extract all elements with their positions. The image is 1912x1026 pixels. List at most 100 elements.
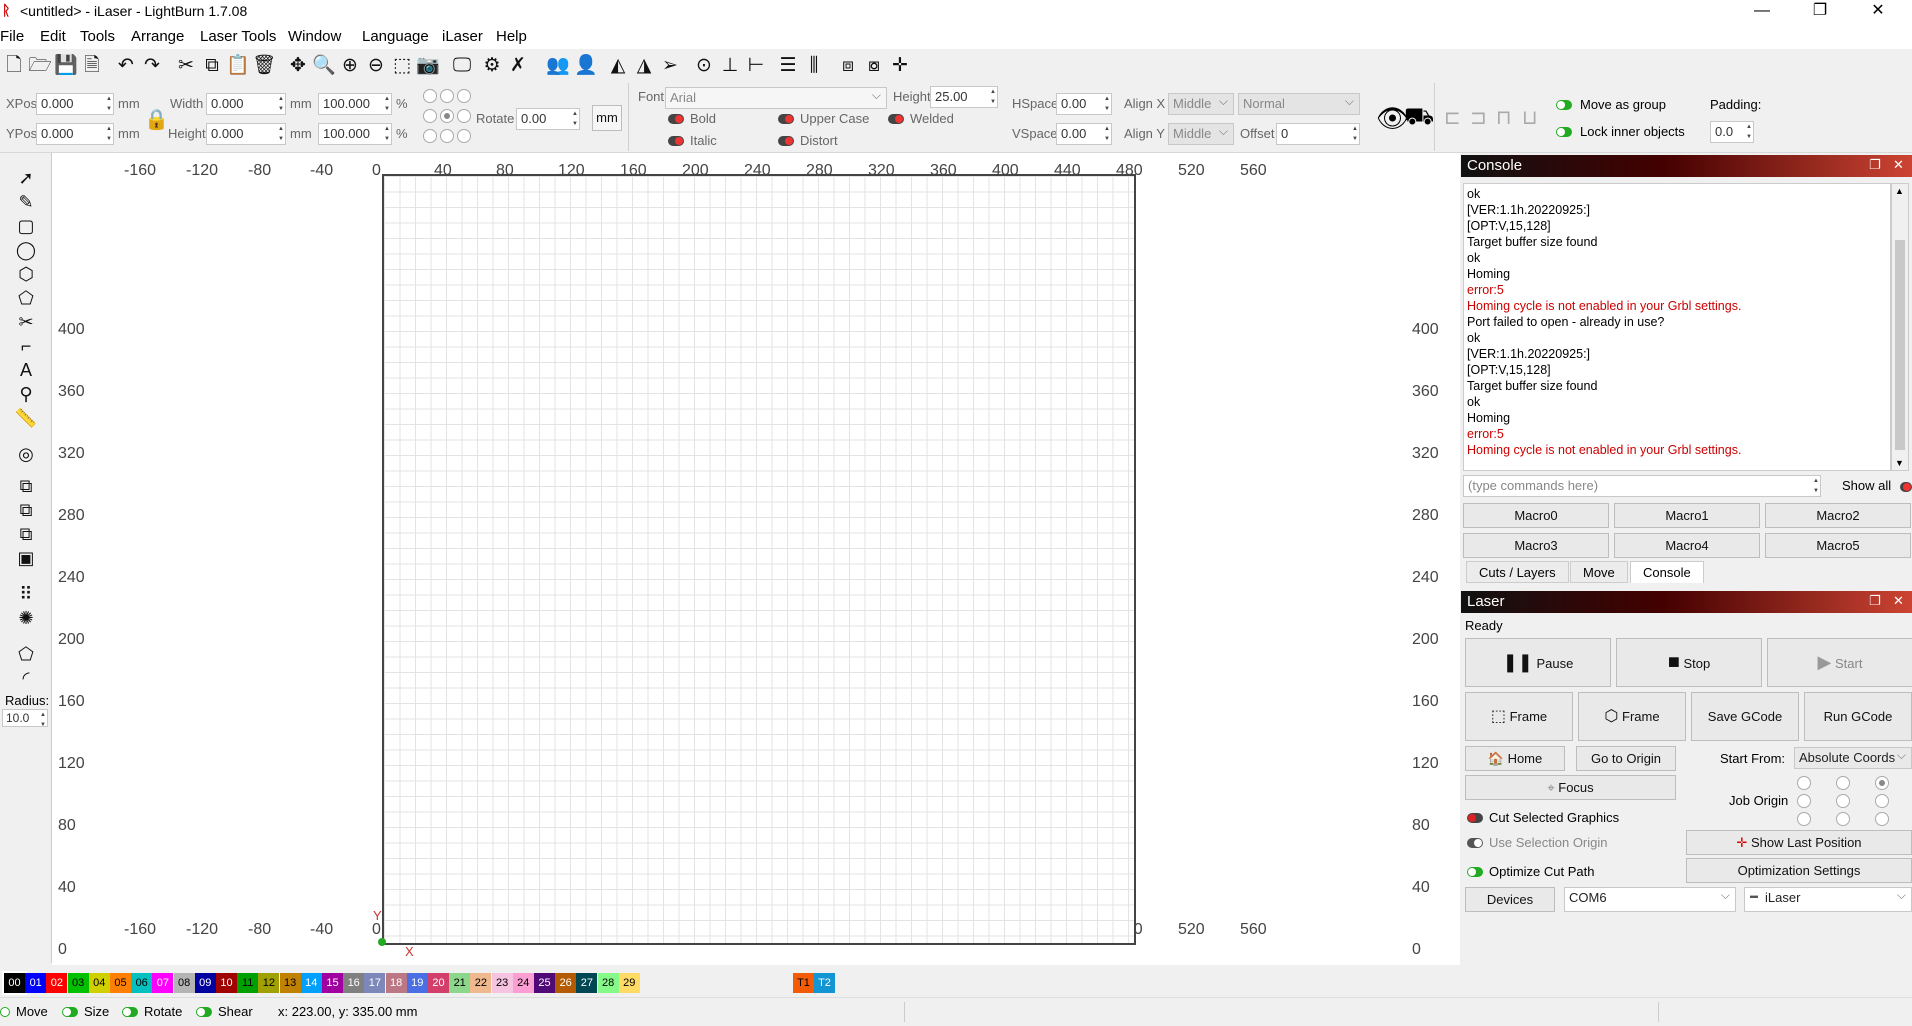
macro5-button[interactable]: Macro5 <box>1765 533 1911 558</box>
anchor-tr[interactable] <box>457 89 471 103</box>
layer-swatch-24[interactable]: 24 <box>512 973 534 993</box>
show-last-position-button[interactable]: ✛ Show Last Position <box>1686 830 1912 855</box>
layer-swatch-02[interactable]: 02 <box>46 973 68 993</box>
layer-swatch-11[interactable]: 11 <box>237 973 259 993</box>
upper-case-toggle[interactable] <box>778 114 794 124</box>
layer-swatch-04[interactable]: 04 <box>88 973 110 993</box>
save-as-icon[interactable]: 🗎 <box>80 54 104 78</box>
paste-icon[interactable]: 📋 <box>226 54 250 78</box>
job-origin-tr[interactable] <box>1875 776 1889 790</box>
console-float-icon[interactable]: ❐ <box>1869 157 1881 173</box>
delete-icon[interactable]: 🗑 <box>252 54 276 78</box>
align-x-select[interactable]: Middle <box>1168 93 1234 115</box>
layer-swatch-28[interactable]: 28 <box>597 973 619 993</box>
macro2-button[interactable]: Macro2 <box>1765 503 1911 528</box>
distribute-v-icon[interactable]: ⫼ <box>802 54 826 78</box>
go-to-origin-button[interactable]: Go to Origin <box>1576 746 1676 771</box>
lock-icon[interactable]: 🔒 <box>144 107 169 132</box>
pen-icon[interactable]: ✎ <box>14 191 38 213</box>
close-button[interactable]: ✕ <box>1850 0 1906 25</box>
console-scrollbar[interactable]: ▲ ▼ <box>1891 183 1909 471</box>
circular-array-icon[interactable]: ✺ <box>14 607 38 629</box>
bold-toggle[interactable] <box>668 114 684 124</box>
menu-edit[interactable]: Edit <box>40 28 66 45</box>
grid-array-icon[interactable]: ⠿ <box>14 583 38 605</box>
ypos-input[interactable]: 0.000 <box>36 123 114 145</box>
size-toggle[interactable] <box>62 1007 78 1017</box>
layer-swatch-05[interactable]: 05 <box>110 973 131 993</box>
layer-swatch-06[interactable]: 06 <box>131 973 153 993</box>
new-file-icon[interactable]: 🗋 <box>2 54 26 78</box>
menu-help[interactable]: Help <box>496 28 527 45</box>
layer-swatch-16[interactable]: 16 <box>343 973 365 993</box>
font-select[interactable]: Arial <box>665 87 887 109</box>
boolean-intersect-icon[interactable]: ⧉ <box>14 523 38 545</box>
layer-swatch-T2[interactable]: T2 <box>814 973 835 993</box>
polygon-icon[interactable]: ⬡ <box>14 263 38 285</box>
show-all-toggle[interactable] <box>1900 482 1912 492</box>
units-toggle-button[interactable]: mm <box>592 105 622 131</box>
menu-ilaser[interactable]: iLaser <box>442 28 483 45</box>
move-toggle[interactable] <box>0 1007 10 1017</box>
anchor-mc[interactable] <box>440 109 454 123</box>
offset-input[interactable]: 0 <box>1276 123 1360 145</box>
anchor-bc[interactable] <box>440 129 454 143</box>
monitor-icon[interactable]: 🖵 <box>450 54 474 78</box>
zoom-out-icon[interactable]: ⊖ <box>364 54 388 78</box>
macro1-button[interactable]: Macro1 <box>1614 503 1760 528</box>
distort-toggle[interactable] <box>778 136 794 146</box>
job-origin-mc[interactable] <box>1836 794 1850 808</box>
vspace-input[interactable]: 0.00 <box>1056 123 1112 145</box>
layer-swatch-07[interactable]: 07 <box>152 973 174 993</box>
macro4-button[interactable]: Macro4 <box>1614 533 1760 558</box>
padding-input[interactable]: 0.0 <box>1710 121 1754 143</box>
tools-icon[interactable]: ✗ <box>506 54 530 78</box>
ellipse-icon[interactable]: ◯ <box>14 239 38 261</box>
camera-icon[interactable]: 📷 <box>416 54 440 78</box>
hspace-input[interactable]: 0.00 <box>1056 93 1112 115</box>
cut-icon[interactable]: ✂ <box>174 54 198 78</box>
mirror-icon[interactable]: ◭ <box>606 54 630 78</box>
macro3-button[interactable]: Macro3 <box>1463 533 1609 558</box>
group-icon[interactable]: 👥 <box>546 54 570 78</box>
rotate-input[interactable]: 0.00 <box>516 108 580 130</box>
frame-rect-button[interactable]: ⬚ Frame <box>1465 692 1573 741</box>
layer-swatch-08[interactable]: 08 <box>173 973 195 993</box>
open-folder-icon[interactable]: 🗁 <box>28 54 52 78</box>
zoom-selection-icon[interactable]: ⬚ <box>390 54 414 78</box>
job-origin-tc[interactable] <box>1836 776 1850 790</box>
layer-swatch-20[interactable]: 20 <box>428 973 449 993</box>
menu-tools[interactable]: Tools <box>80 28 115 45</box>
layer-swatch-01[interactable]: 01 <box>25 973 47 993</box>
height-input[interactable]: 0.000 <box>206 123 286 145</box>
job-origin-mr[interactable] <box>1875 794 1889 808</box>
align-right-icon[interactable]: ⊐ <box>1470 105 1487 130</box>
minimize-button[interactable]: — <box>1734 0 1790 25</box>
console-close-icon[interactable]: ✕ <box>1893 157 1904 173</box>
save-icon[interactable]: 💾 <box>54 54 78 78</box>
port-select[interactable]: COM6 <box>1564 887 1736 912</box>
text-style-select[interactable]: Normal <box>1238 93 1360 115</box>
scroll-thumb[interactable] <box>1895 240 1905 450</box>
cut-selected-graphics-toggle[interactable] <box>1467 813 1483 823</box>
layer-swatch-18[interactable]: 18 <box>385 973 407 993</box>
text-icon[interactable]: A <box>14 359 38 381</box>
run-gcode-button[interactable]: Run GCode <box>1804 692 1912 741</box>
lock-inner-objects-toggle[interactable] <box>1556 127 1572 137</box>
weld-icon[interactable]: ▣ <box>14 547 38 569</box>
menu-language[interactable]: Language <box>362 28 429 45</box>
font-height-input[interactable]: 25.00 <box>930 86 998 108</box>
start-button[interactable]: ▶ Start <box>1767 638 1912 687</box>
position-marker-icon[interactable]: ⚲ <box>14 383 38 405</box>
stop-button[interactable]: ■ Stop <box>1616 638 1762 687</box>
move-as-group-toggle[interactable] <box>1556 100 1572 110</box>
layer-swatch-14[interactable]: 14 <box>300 973 322 993</box>
home-button[interactable]: 🏠 Home <box>1465 746 1565 771</box>
layer-swatch-15[interactable]: 15 <box>322 973 343 993</box>
save-gcode-button[interactable]: Save GCode <box>1691 692 1799 741</box>
layer-swatch-22[interactable]: 22 <box>470 973 492 993</box>
layer-swatch-27[interactable]: 27 <box>576 973 598 993</box>
layer-swatch-23[interactable]: 23 <box>491 973 513 993</box>
rectangle-icon[interactable]: ▢ <box>14 215 38 237</box>
laser-head-icon[interactable]: ⛟ <box>1404 103 1434 133</box>
